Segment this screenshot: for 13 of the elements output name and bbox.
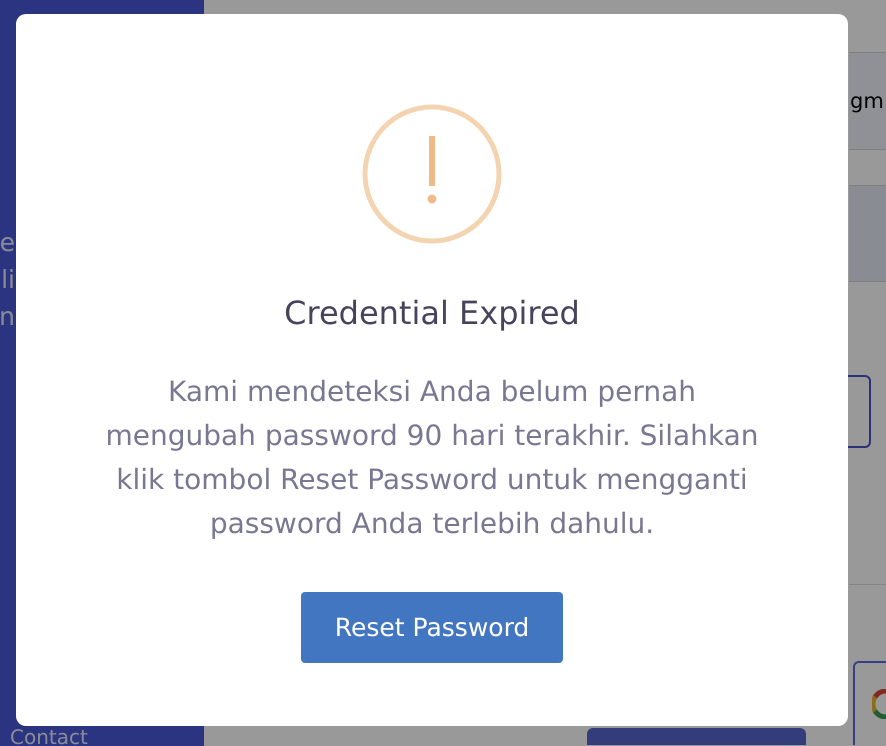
sidebar-text: n bbox=[0, 301, 15, 333]
contact-link[interactable]: Contact bbox=[10, 728, 204, 746]
sidebar-text: e bbox=[0, 227, 15, 259]
dialog-message: Kami mendeteksi Anda belum pernah mengubah password 90 hari terakhir. Silahkan klik tombol Reset Password untuk mengganti password Anda terlebih dahulu. bbox=[104, 374, 760, 542]
input-field[interactable] bbox=[849, 185, 886, 282]
sign-in-button[interactable] bbox=[853, 661, 886, 745]
email-field[interactable]: gm bbox=[849, 52, 886, 150]
dialog-title: Credential Expired bbox=[284, 294, 580, 332]
logo-icon bbox=[872, 689, 886, 719]
sidebar-text: li bbox=[1, 264, 15, 296]
warning-icon bbox=[362, 104, 502, 244]
reset-password-button[interactable]: Reset Password bbox=[301, 592, 563, 663]
submit-button[interactable] bbox=[587, 728, 806, 745]
